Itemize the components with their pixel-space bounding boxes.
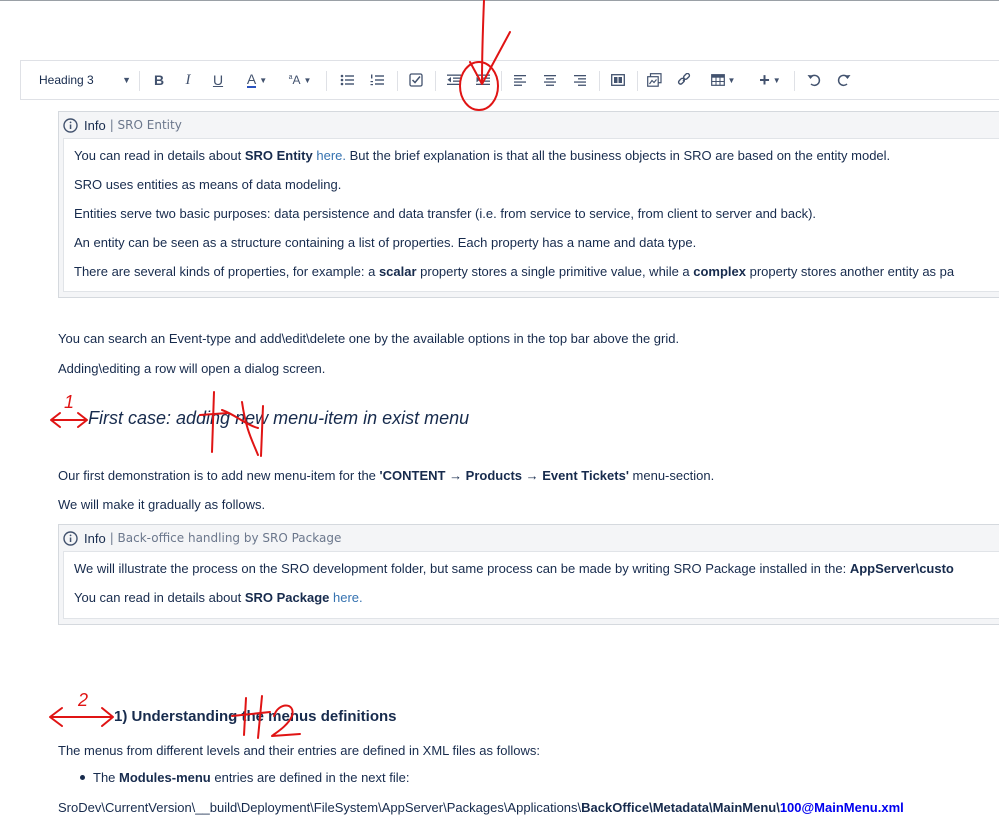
toolbar-separator	[794, 71, 795, 91]
text-color-button[interactable]: A ▼	[237, 61, 277, 99]
top-border	[0, 0, 999, 1]
chevron-down-icon: ▼	[259, 75, 268, 85]
bullet-list-icon	[340, 74, 354, 86]
insert-file-icon	[646, 73, 662, 87]
info-panel-header: Info | Back-office handling by SRO Packa…	[59, 525, 999, 551]
insert-link-button[interactable]	[671, 61, 697, 99]
align-left-button[interactable]	[507, 61, 533, 99]
info-panel-sro-package: Info | Back-office handling by SRO Packa…	[58, 524, 999, 625]
align-right-icon	[574, 74, 586, 86]
link-icon	[677, 73, 691, 85]
align-center-icon	[544, 74, 556, 86]
heading-first-case[interactable]: First case: adding new menu-item in exis…	[88, 408, 469, 429]
redo-icon	[837, 74, 851, 87]
text-style-select[interactable]: Heading 3 ▼	[31, 61, 131, 99]
bullet-list-button[interactable]	[334, 61, 360, 99]
info-panel-header: Info | SRO Entity	[59, 112, 999, 138]
paragraph-gradually[interactable]: We will make it gradually as follows.	[58, 497, 265, 512]
indent-icon	[476, 74, 490, 85]
underline-button[interactable]: U	[206, 61, 230, 99]
paragraph-menus-intro[interactable]: The menus from different levels and thei…	[58, 743, 540, 758]
redo-button[interactable]	[831, 61, 857, 99]
paragraph-demonstration[interactable]: Our first demonstration is to add new me…	[58, 468, 714, 483]
underline-icon: U	[212, 72, 224, 88]
info-panel-subtitle: | SRO Entity	[109, 118, 182, 132]
insert-more-button[interactable]: + ▼	[751, 61, 789, 99]
paragraph-search[interactable]: You can search an Event-type and add\edi…	[58, 331, 679, 346]
info-panel-body[interactable]: We will illustrate the process on the SR…	[63, 551, 999, 619]
align-left-icon	[514, 74, 526, 86]
info-icon	[63, 530, 78, 546]
page-layout-icon	[611, 74, 625, 86]
info-icon	[63, 117, 78, 133]
chevron-down-icon: ▼	[772, 75, 781, 85]
text-size-button[interactable]: aA ▼	[282, 61, 318, 99]
italic-button[interactable]: I	[176, 61, 200, 99]
bold-button[interactable]: B	[147, 61, 171, 99]
align-center-button[interactable]	[537, 61, 563, 99]
info-panel-subtitle: | Back-office handling by SRO Package	[109, 531, 342, 545]
info-panel-body[interactable]: You can read in details about SRO Entity…	[63, 138, 999, 292]
annotation-label: 2	[77, 690, 88, 710]
toolbar-separator	[139, 71, 140, 91]
toolbar-separator	[599, 71, 600, 91]
annotation-label: 1	[64, 392, 74, 412]
insert-more-icon: +	[759, 69, 770, 90]
info-panel-title: Info	[84, 117, 106, 133]
list-item[interactable]: The Modules-menu entries are defined in …	[80, 770, 409, 785]
heading-understanding-menus[interactable]: 1) Understanding the menus definitions	[114, 708, 397, 725]
chevron-down-icon: ▼	[303, 75, 312, 85]
undo-icon	[807, 74, 821, 87]
align-right-button[interactable]	[567, 61, 593, 99]
text-style-value: Heading 3	[39, 73, 94, 87]
text-style-icon: aA	[288, 73, 301, 87]
bullet-icon	[80, 775, 85, 781]
sro-package-link[interactable]: here.	[333, 590, 363, 605]
chevron-down-icon: ▼	[122, 75, 131, 85]
bold-icon: B	[153, 72, 165, 88]
italic-icon: I	[185, 71, 191, 88]
table-icon	[710, 74, 725, 86]
toolbar-separator	[397, 71, 398, 91]
insert-file-button[interactable]	[641, 61, 667, 99]
page-layout-button[interactable]	[605, 61, 631, 99]
outdent-icon	[447, 74, 461, 85]
toolbar-separator	[326, 71, 327, 91]
text-color-icon: A	[246, 71, 257, 88]
chevron-down-icon: ▼	[727, 75, 736, 85]
info-panel-title: Info	[84, 530, 106, 546]
info-panel-sro-entity: Info | SRO Entity You can read in detail…	[58, 111, 999, 298]
numbered-list-button[interactable]	[364, 61, 390, 99]
numbered-list-icon	[370, 74, 384, 86]
toolbar-separator	[637, 71, 638, 91]
task-list-button[interactable]	[403, 61, 429, 99]
insert-table-button[interactable]: ▼	[704, 61, 742, 99]
sro-entity-link[interactable]: here.	[316, 148, 346, 163]
toolbar-separator	[501, 71, 502, 91]
outdent-button[interactable]	[441, 61, 467, 99]
undo-button[interactable]	[801, 61, 827, 99]
paragraph-dialog[interactable]: Adding\editing a row will open a dialog …	[58, 361, 325, 376]
task-list-icon	[409, 73, 423, 87]
indent-button[interactable]	[470, 61, 496, 99]
editor-toolbar: Heading 3 ▼ B I U A ▼ aA ▼ ▼ + ▼	[20, 60, 999, 100]
toolbar-separator	[435, 71, 436, 91]
